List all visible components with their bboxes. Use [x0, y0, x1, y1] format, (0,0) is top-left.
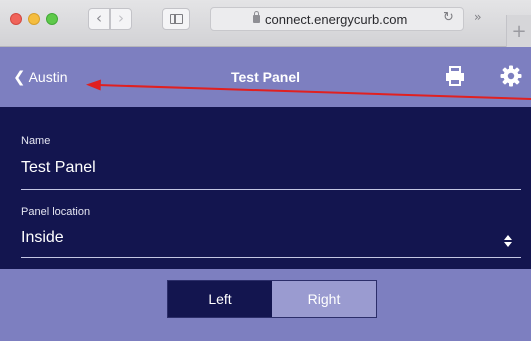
name-field-underline — [21, 189, 521, 190]
print-icon[interactable] — [445, 66, 465, 86]
close-window-button[interactable] — [10, 13, 22, 25]
forward-chevron-icon[interactable]: › — [110, 8, 132, 30]
browser-toolbar: ‹ › connect.energycurb.com ↻ ›› + — [0, 0, 531, 47]
more-icon[interactable]: ›› — [474, 10, 481, 24]
zoom-window-button[interactable] — [46, 13, 58, 25]
url-text: connect.energycurb.com — [265, 12, 408, 27]
name-field-label: Name — [21, 135, 51, 147]
address-bar[interactable]: connect.energycurb.com ↻ — [210, 7, 464, 31]
select-arrows-icon[interactable] — [503, 234, 513, 248]
name-field[interactable]: Test Panel — [21, 159, 96, 177]
gear-icon[interactable] — [500, 65, 522, 87]
sidebar-toggle-button[interactable] — [162, 8, 190, 30]
panel-form: Name Test Panel Panel location Inside — [0, 107, 531, 269]
sidebar-icon — [170, 14, 183, 24]
side-option-left[interactable]: Left — [168, 281, 272, 317]
app-header: ❮ Austin Test Panel — [0, 47, 531, 107]
location-select[interactable]: Inside — [21, 229, 64, 247]
new-tab-icon[interactable]: + — [506, 15, 531, 47]
lock-icon — [253, 11, 260, 23]
location-field-label: Panel location — [21, 206, 91, 218]
reload-icon[interactable]: ↻ — [443, 10, 454, 25]
back-chevron-icon[interactable]: ‹ — [88, 8, 110, 30]
side-toggle: Left Right — [167, 280, 377, 318]
location-field-underline — [21, 257, 521, 258]
side-option-right[interactable]: Right — [272, 281, 376, 317]
minimize-window-button[interactable] — [28, 13, 40, 25]
